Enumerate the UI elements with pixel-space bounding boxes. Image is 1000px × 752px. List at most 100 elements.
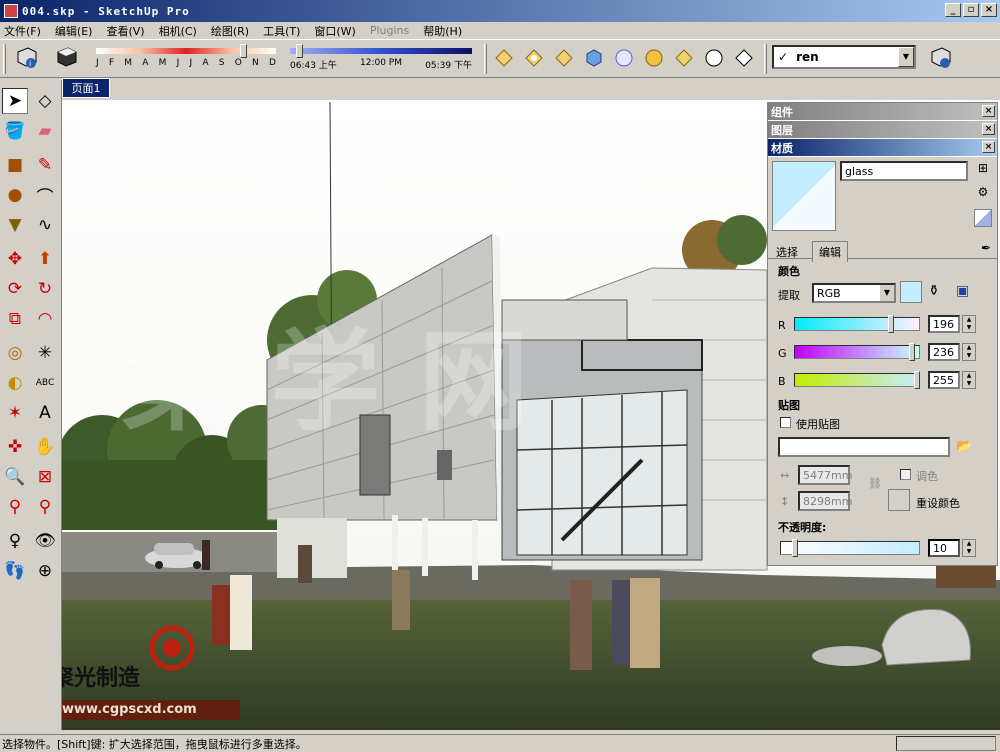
circle-icon[interactable]: ● — [2, 182, 28, 208]
menu-draw[interactable]: 绘图(R) — [211, 23, 249, 39]
g-spinner[interactable]: ▲ ▼ — [962, 343, 976, 361]
texture-width-field[interactable]: 5477mm — [798, 465, 852, 485]
zoom-icon[interactable]: 🔍 — [2, 464, 28, 490]
offset-icon[interactable]: ◠ — [32, 306, 58, 332]
reset-color-swatch[interactable] — [888, 489, 910, 511]
restore-button[interactable]: ▫ — [963, 3, 979, 17]
color-swatch[interactable] — [900, 281, 922, 303]
opacity-slider[interactable] — [780, 541, 920, 555]
eyedropper-icon[interactable]: ✒ — [981, 241, 991, 255]
style-hiddenline-icon[interactable] — [550, 44, 578, 72]
opacity-value-field[interactable]: 10 — [928, 539, 960, 557]
menu-view[interactable]: 查看(V) — [106, 23, 144, 39]
g-slider[interactable] — [794, 345, 920, 359]
use-texture-checkbox[interactable] — [780, 417, 791, 428]
freehand-icon[interactable]: ∿ — [32, 212, 58, 238]
match-color-model-icon[interactable]: ⚱ — [928, 283, 940, 299]
minimize-button[interactable]: _ — [945, 3, 961, 17]
section-icon[interactable]: ⊕ — [32, 558, 58, 584]
position-camera-icon[interactable]: ♀ — [2, 528, 28, 554]
dimension-icon[interactable]: ✳ — [32, 340, 58, 366]
previous-view-icon[interactable]: ⚲ — [32, 494, 58, 520]
texture-path-field[interactable] — [778, 437, 950, 457]
erase-pink-icon[interactable]: ▰ — [32, 118, 58, 144]
rectangle-icon[interactable]: ■ — [2, 152, 28, 178]
measurements-box[interactable] — [896, 736, 996, 751]
sample-paint-icon[interactable]: ⚙ — [974, 185, 992, 203]
close-icon[interactable]: × — [982, 141, 995, 153]
zoom-extents-icon[interactable]: ⚲ — [2, 494, 28, 520]
texture-height-field[interactable]: 8298mm — [798, 491, 852, 511]
browse-folder-icon[interactable]: 📂 — [956, 439, 972, 454]
r-slider[interactable] — [794, 317, 920, 331]
walk-icon[interactable]: 👣 — [2, 558, 28, 584]
tape-measure-icon[interactable]: ◎ — [2, 340, 28, 366]
text-tool-icon[interactable]: ABC — [32, 370, 58, 396]
style-monochrome-icon[interactable] — [640, 44, 668, 72]
style-edges-icon[interactable] — [670, 44, 698, 72]
link-aspect-icon[interactable]: ⛓ — [868, 477, 882, 490]
opacity-slider-thumb[interactable] — [792, 539, 798, 557]
eraser-icon[interactable]: ◇ — [32, 88, 58, 114]
menu-camera[interactable]: 相机(C) — [159, 23, 197, 39]
scale-icon[interactable]: ⧉ — [2, 306, 28, 332]
menu-file[interactable]: 文件(F) — [4, 23, 41, 39]
orbit-icon[interactable]: ✜ — [2, 434, 28, 460]
opacity-spinner[interactable]: ▲ ▼ — [962, 539, 976, 557]
b-spinner[interactable]: ▲ ▼ — [962, 371, 976, 389]
scene-info-icon[interactable] — [926, 44, 954, 72]
style-wireframe-icon[interactable] — [520, 44, 548, 72]
material-name-field[interactable]: glass — [840, 161, 968, 181]
style-textured-icon[interactable] — [610, 44, 638, 72]
chevron-down-icon[interactable]: ▼ — [898, 47, 914, 67]
layers-header[interactable]: 图层 × — [768, 121, 997, 139]
look-around-icon[interactable]: 👁 — [32, 528, 58, 554]
protractor-icon[interactable]: ◐ — [2, 370, 28, 396]
date-slider[interactable]: J F M A M J J A S O N D — [96, 42, 276, 76]
push-pull-icon[interactable]: ⬆ — [32, 246, 58, 272]
close-icon[interactable]: × — [982, 123, 995, 135]
b-slider-thumb[interactable] — [914, 371, 920, 389]
r-spinner[interactable]: ▲ ▼ — [962, 315, 976, 333]
r-slider-thumb[interactable] — [888, 315, 894, 333]
match-color-screen-icon[interactable]: ▣ — [956, 283, 969, 299]
g-slider-thumb[interactable] — [909, 343, 915, 361]
fog-icon[interactable] — [700, 44, 728, 72]
material-swatch[interactable] — [772, 161, 836, 231]
3d-text-icon[interactable]: A — [32, 400, 58, 426]
pencil-icon[interactable]: ✎ — [32, 152, 58, 178]
shadow-settings-icon[interactable]: i — [12, 44, 40, 72]
b-value-field[interactable]: 255 — [928, 371, 960, 389]
polygon-icon[interactable]: ▼ — [2, 212, 28, 238]
chevron-down-icon[interactable]: ▼ — [880, 285, 894, 301]
g-value-field[interactable]: 236 — [928, 343, 960, 361]
time-slider[interactable]: 06:43 上午 12:00 PM 05:39 下午 — [290, 42, 472, 76]
menu-plugins[interactable]: Plugins — [370, 24, 409, 37]
b-slider[interactable] — [794, 373, 920, 387]
close-icon[interactable]: × — [982, 105, 995, 117]
display-shadows-icon[interactable] — [52, 44, 80, 72]
follow-me-icon[interactable]: ↻ — [32, 276, 58, 302]
zoom-window-icon[interactable]: ⊠ — [32, 464, 58, 490]
menu-edit[interactable]: 编辑(E) — [55, 23, 93, 39]
menu-help[interactable]: 帮助(H) — [423, 23, 462, 39]
axes-icon[interactable]: ✶ — [2, 400, 28, 426]
tab-select[interactable]: 选择 — [776, 244, 798, 260]
materials-header[interactable]: 材质 × — [768, 139, 997, 157]
paint-bucket-icon[interactable]: 🪣 — [2, 118, 28, 144]
color-mode-select[interactable]: RGB ▼ — [812, 283, 896, 303]
section-plane-icon[interactable] — [730, 44, 758, 72]
colorize-checkbox[interactable] — [900, 469, 911, 480]
menu-tools[interactable]: 工具(T) — [263, 23, 300, 39]
default-material-icon[interactable] — [974, 209, 992, 227]
close-button[interactable]: × — [981, 3, 997, 17]
move-icon[interactable]: ✥ — [2, 246, 28, 272]
r-value-field[interactable]: 196 — [928, 315, 960, 333]
rotate-icon[interactable]: ⟳ — [2, 276, 28, 302]
create-material-icon[interactable]: ⊞ — [974, 161, 992, 179]
menu-window[interactable]: 窗口(W) — [314, 23, 355, 39]
scene-select[interactable]: ✓ ren ▼ — [772, 45, 916, 69]
arc-icon[interactable]: ⌒ — [32, 182, 58, 208]
style-xray-icon[interactable] — [490, 44, 518, 72]
components-header[interactable]: 组件 × — [768, 103, 997, 121]
